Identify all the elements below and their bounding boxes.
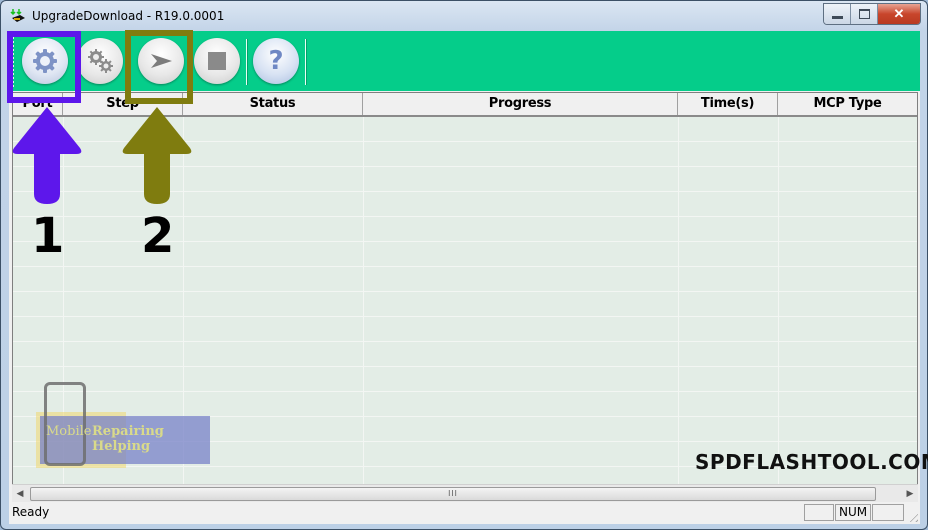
help-icon: ? [268,46,284,76]
minimize-button[interactable] [824,4,851,24]
status-pane-scroll [872,504,904,521]
size-grip[interactable] [906,510,918,522]
watermark-text-left: Mobile [46,424,92,439]
close-button[interactable]: ✕ [878,4,920,24]
scroll-right-arrow[interactable]: ▶ [903,487,917,500]
arrow-up-icon [122,107,192,204]
status-bar: Ready NUM [9,502,920,524]
title-bar: UpgradeDownload - R19.0.0001 ✕ [1,1,927,31]
toolbar-separator [305,39,307,85]
status-text: Ready [12,505,50,519]
column-divider [778,117,779,485]
watermark-logo: Mobile Repairing Helping [36,382,213,468]
highlight-box-1 [7,31,81,103]
caption-buttons: ✕ [823,3,921,25]
column-divider [678,117,679,485]
column-header-mcp-type[interactable]: MCP Type [778,93,917,115]
app-icon [10,9,25,22]
scroll-thumb[interactable]: III [30,487,876,501]
column-header-time[interactable]: Time(s) [678,93,778,115]
status-pane-caps [804,504,834,521]
scroll-left-arrow[interactable]: ◀ [13,487,27,500]
window-title: UpgradeDownload - R19.0.0001 [32,9,225,23]
horizontal-scrollbar[interactable]: ◀ III ▶ [12,484,918,502]
annotation-label-2: 2 [141,208,175,264]
column-header-progress[interactable]: Progress [363,93,678,115]
column-divider [363,117,364,485]
maximize-icon [858,9,870,19]
gears-icon [88,49,113,73]
annotation-label-1: 1 [31,208,65,264]
maximize-button[interactable] [851,4,878,24]
about-button[interactable]: ? [253,38,299,84]
status-pane-num: NUM [835,504,871,521]
arrow-up-icon [12,107,82,204]
highlight-box-2 [125,30,193,104]
site-watermark: SPDFLASHTOOL.COM [695,450,928,474]
minimize-icon [831,15,843,19]
stop-icon [208,52,226,70]
toolbar-separator [246,39,248,85]
column-header-status[interactable]: Status [183,93,363,115]
close-icon: ✕ [893,6,905,21]
watermark-text-right: Repairing Helping [92,424,164,454]
edit-settings-button[interactable] [77,38,123,84]
stop-downloading-button[interactable] [194,38,240,84]
